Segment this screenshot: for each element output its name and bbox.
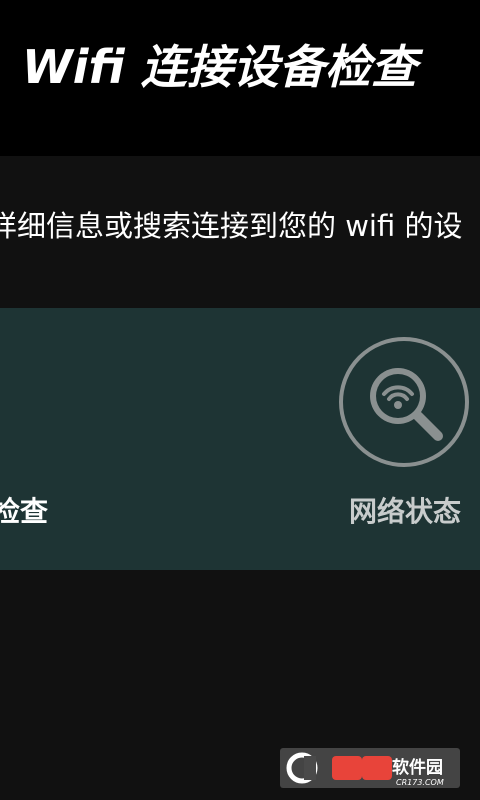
page-title: Wifi 连接设备检查	[22, 40, 417, 94]
wifi-search-icon[interactable]	[338, 336, 470, 468]
description-text: 详细信息或搜索连接到您的 wifi 的设	[0, 209, 463, 243]
tile-network-status-label[interactable]: 网络状态	[349, 498, 461, 526]
watermark-text: 软件园	[392, 758, 443, 778]
app-header: Wifi 连接设备检查	[0, 0, 480, 156]
watermark-subtext: CR173.COM	[396, 778, 444, 787]
description-band: 详细信息或搜索连接到您的 wifi 的设	[0, 156, 480, 308]
tile-check-label[interactable]: 检查	[0, 498, 48, 526]
tile-panel: 检查 网络状态	[0, 308, 480, 570]
